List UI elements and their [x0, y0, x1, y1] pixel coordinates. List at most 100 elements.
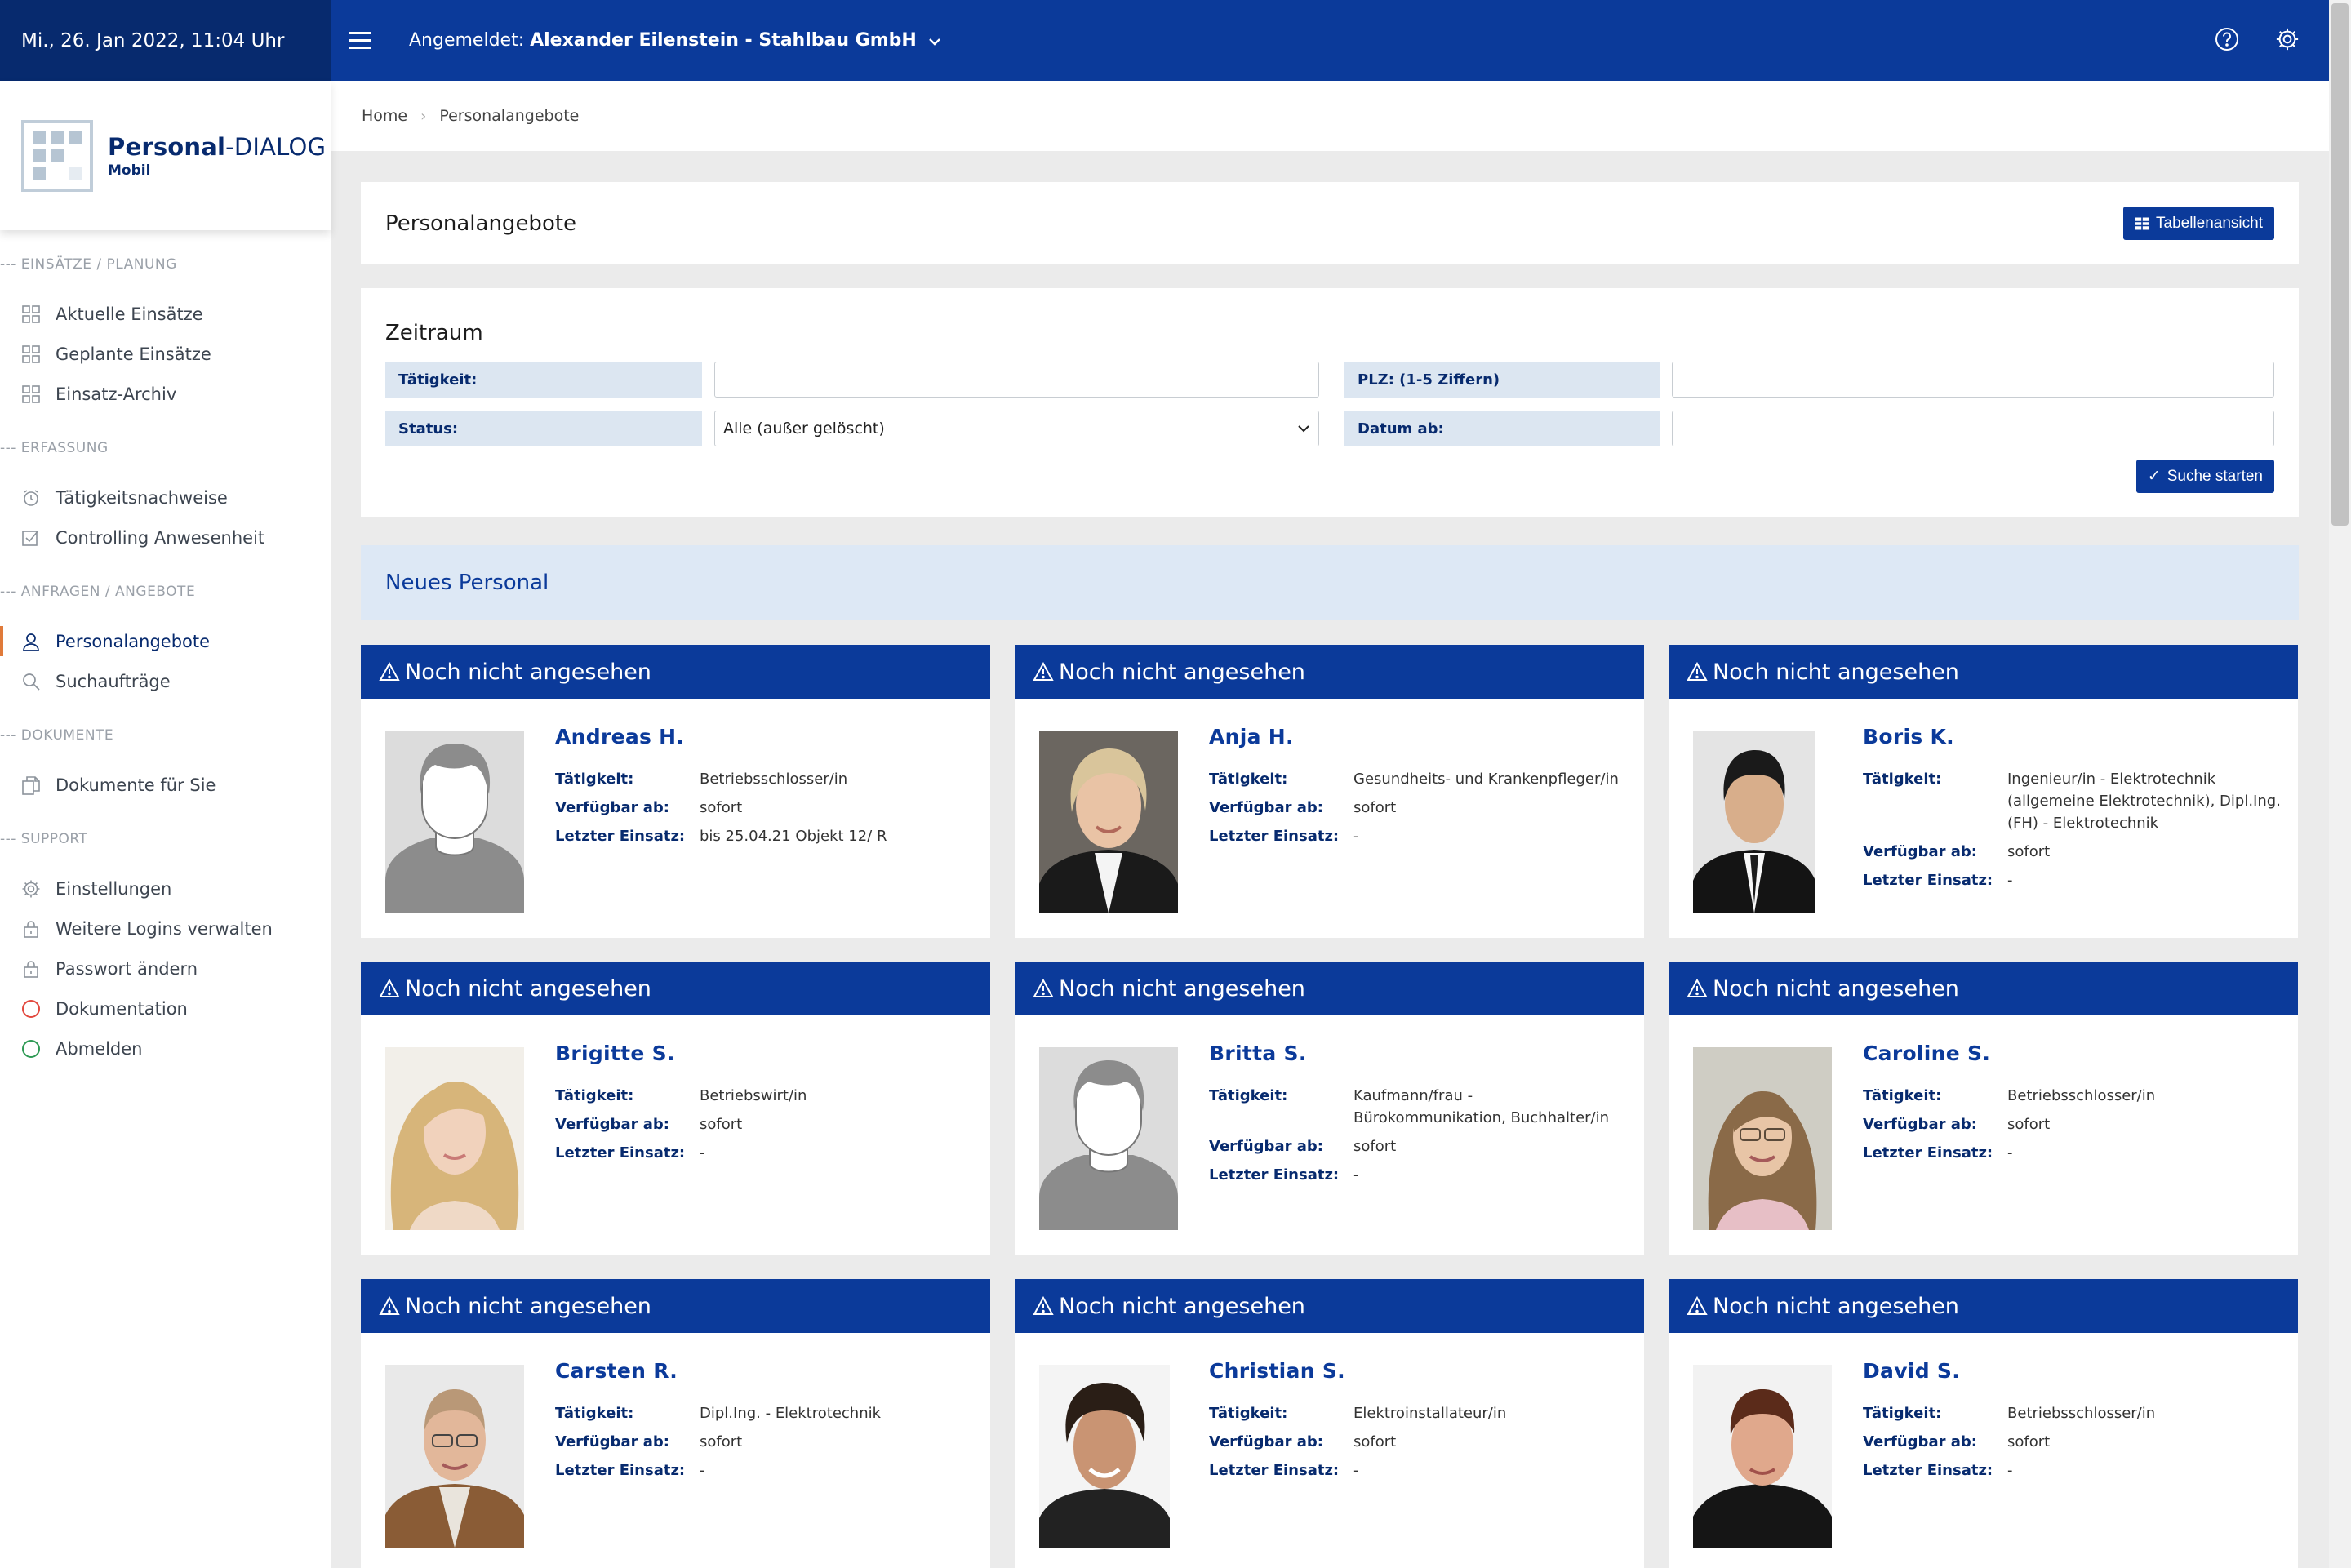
new-staff-title: Neues Personal — [385, 570, 549, 595]
plz-input[interactable] — [1672, 362, 2274, 398]
sidebar-item-label: Dokumente für Sie — [56, 775, 216, 795]
clock-icon — [21, 488, 41, 508]
sidebar-item-personalangebote[interactable]: Personalangebote — [0, 621, 331, 661]
staff-card[interactable]: Noch nicht angesehen David S. Tätigkeit:… — [1669, 1279, 2298, 1568]
sidebar-item-suchauftraege[interactable]: Suchaufträge — [0, 661, 331, 701]
staff-card[interactable]: Noch nicht angesehen Andreas H. Tätigkei… — [361, 645, 990, 938]
table-view-button[interactable]: Tabellenansicht — [2123, 207, 2274, 240]
sidebar-item-label: Personalangebote — [56, 631, 211, 651]
taetigkeit-value: Betriebsschlosser/in — [2007, 1405, 2156, 1422]
taetigkeit-key: Tätigkeit: — [1209, 1405, 1288, 1422]
sidebar-item-label: Einstellungen — [56, 878, 172, 899]
breadcrumb-home[interactable]: Home — [362, 107, 407, 125]
warning-icon — [1033, 1296, 1054, 1315]
staff-card[interactable]: Noch nicht angesehen Anja H. Tätigkeit: G… — [1015, 645, 1644, 938]
staff-name[interactable]: Anja H. — [1209, 725, 1628, 748]
sidebar-item-dokumentation[interactable]: Dokumentation — [0, 988, 331, 1028]
card-status-text: Noch nicht angesehen — [1059, 975, 1305, 1002]
sidebar-item-label: Suchaufträge — [56, 671, 171, 691]
sidebar-item-label: Controlling Anwesenheit — [56, 527, 265, 548]
staff-card[interactable]: Noch nicht angesehen Boris K. Tätigkeit:… — [1669, 645, 2298, 938]
staff-name[interactable]: Brigitte S. — [555, 1042, 974, 1065]
verfuegbar-value: sofort — [700, 1116, 743, 1133]
sidebar-item-einstellungen[interactable]: Einstellungen — [0, 868, 331, 908]
sidebar-item-abmelden[interactable]: Abmelden — [0, 1028, 331, 1068]
checkbox-icon — [21, 528, 41, 548]
card-status-header: Noch nicht angesehen — [1015, 645, 1644, 699]
person-icon — [21, 632, 41, 651]
plz-label: PLZ: (1-5 Ziffern) — [1344, 362, 1660, 398]
staff-photo — [385, 1047, 524, 1230]
letzter-einsatz-key: Letzter Einsatz: — [1863, 1144, 1993, 1162]
card-status-text: Noch nicht angesehen — [405, 975, 651, 1002]
taetigkeit-value: Kaufmann/frau - Bürokommunikation, Buchh… — [1353, 1087, 1610, 1126]
sidebar-item-passwort-aendern[interactable]: Passwort ändern — [0, 948, 331, 988]
sidebar-item-label: Einsatz-Archiv — [56, 384, 177, 404]
logo[interactable]: Personal-DIALOG Mobil — [0, 81, 331, 230]
verfuegbar-key: Verfügbar ab: — [1863, 1433, 1977, 1450]
staff-card[interactable]: Noch nicht angesehen Caroline S. Tätigke… — [1669, 962, 2298, 1255]
letzter-einsatz-value: - — [700, 1462, 705, 1479]
staff-name[interactable]: David S. — [1863, 1359, 2282, 1383]
chevron-down-icon — [928, 38, 940, 46]
staff-name[interactable]: Caroline S. — [1863, 1042, 2282, 1065]
logged-in-user-dropdown[interactable]: Angemeldet: Alexander Eilenstein - Stahl… — [409, 30, 940, 51]
scrollbar[interactable] — [2329, 0, 2351, 1568]
search-button[interactable]: ✓ Suche starten — [2135, 460, 2274, 493]
filter-row-2: Status: Alle (außer gelöscht) Datum ab: — [385, 411, 2274, 446]
staff-name[interactable]: Christian S. — [1209, 1359, 1628, 1383]
sidebar-item-weitere-logins[interactable]: Weitere Logins verwalten — [0, 908, 331, 948]
sidebar: Mi., 26. Jan 2022, 11:04 Uhr Personal-DI… — [0, 0, 331, 1568]
letzter-einsatz-key: Letzter Einsatz: — [1209, 1166, 1340, 1184]
letzter-einsatz-key: Letzter Einsatz: — [1209, 828, 1340, 845]
warning-icon — [1033, 979, 1054, 997]
logo-subtitle: Mobil — [108, 162, 151, 179]
nav-section-anfragen: --- ANFRAGEN / ANGEBOTE — [0, 584, 196, 600]
staff-name[interactable]: Andreas H. — [555, 725, 974, 748]
sidebar-item-taetigkeitsnachweise[interactable]: Tätigkeitsnachweise — [0, 478, 331, 517]
sidebar-item-controlling-anwesenheit[interactable]: Controlling Anwesenheit — [0, 517, 331, 557]
grid-icon — [21, 304, 41, 324]
sidebar-item-einsatz-archiv[interactable]: Einsatz-Archiv — [0, 374, 331, 414]
page-title: Personalangebote — [385, 211, 577, 236]
taetigkeit-key: Tätigkeit: — [555, 771, 634, 788]
staff-name[interactable]: Carsten R. — [555, 1359, 974, 1383]
staff-name[interactable]: Britta S. — [1209, 1042, 1628, 1065]
taetigkeit-key: Tätigkeit: — [1863, 1405, 1942, 1422]
letzter-einsatz-value: - — [2007, 1462, 2013, 1479]
card-status-header: Noch nicht angesehen — [361, 1279, 990, 1333]
datum-input[interactable] — [1672, 411, 2274, 446]
status-select[interactable]: Alle (außer gelöscht) — [714, 411, 1319, 446]
taetigkeit-label: Tätigkeit: — [385, 362, 702, 398]
letzter-einsatz-value: - — [1353, 1462, 1359, 1479]
sidebar-item-label: Dokumentation — [56, 998, 188, 1019]
sidebar-item-geplante-einsaetze[interactable]: Geplante Einsätze — [0, 334, 331, 374]
help-icon[interactable] — [2215, 27, 2239, 55]
verfuegbar-key: Verfügbar ab: — [555, 1116, 669, 1133]
sidebar-item-aktuelle-einsaetze[interactable]: Aktuelle Einsätze — [0, 294, 331, 334]
sidebar-item-label: Geplante Einsätze — [56, 344, 211, 364]
letzter-einsatz-key: Letzter Einsatz: — [555, 1462, 686, 1479]
taetigkeit-input[interactable] — [714, 362, 1319, 398]
warning-icon — [1033, 662, 1054, 681]
staff-name[interactable]: Boris K. — [1863, 725, 2282, 748]
nav-section-erfassung: --- ERFASSUNG — [0, 440, 109, 456]
taetigkeit-key: Tätigkeit: — [1209, 771, 1288, 788]
verfuegbar-value: sofort — [1353, 1138, 1397, 1155]
filter-row-1: Tätigkeit: PLZ: (1-5 Ziffern) — [385, 362, 2274, 398]
scrollbar-thumb[interactable] — [2331, 3, 2349, 526]
hamburger-menu-icon[interactable] — [349, 27, 371, 54]
staff-card[interactable]: Noch nicht angesehen Christian S. Tätigk… — [1015, 1279, 1644, 1568]
verfuegbar-key: Verfügbar ab: — [1209, 1433, 1323, 1450]
staff-card[interactable]: Noch nicht angesehen Carsten R. Tätigkei… — [361, 1279, 990, 1568]
staff-card[interactable]: Noch nicht angesehen Britta S. Tätigkeit… — [1015, 962, 1644, 1255]
card-status-text: Noch nicht angesehen — [1059, 659, 1305, 685]
table-icon — [2135, 216, 2150, 230]
staff-card[interactable]: Noch nicht angesehen Brigitte S. Tätigke… — [361, 962, 990, 1255]
letzter-einsatz-value: - — [2007, 872, 2013, 889]
gear-icon[interactable] — [2275, 27, 2300, 55]
verfuegbar-value: sofort — [700, 1433, 743, 1450]
card-status-header: Noch nicht angesehen — [1015, 962, 1644, 1015]
sidebar-item-label: Weitere Logins verwalten — [56, 918, 273, 939]
sidebar-item-dokumente[interactable]: Dokumente für Sie — [0, 765, 331, 805]
